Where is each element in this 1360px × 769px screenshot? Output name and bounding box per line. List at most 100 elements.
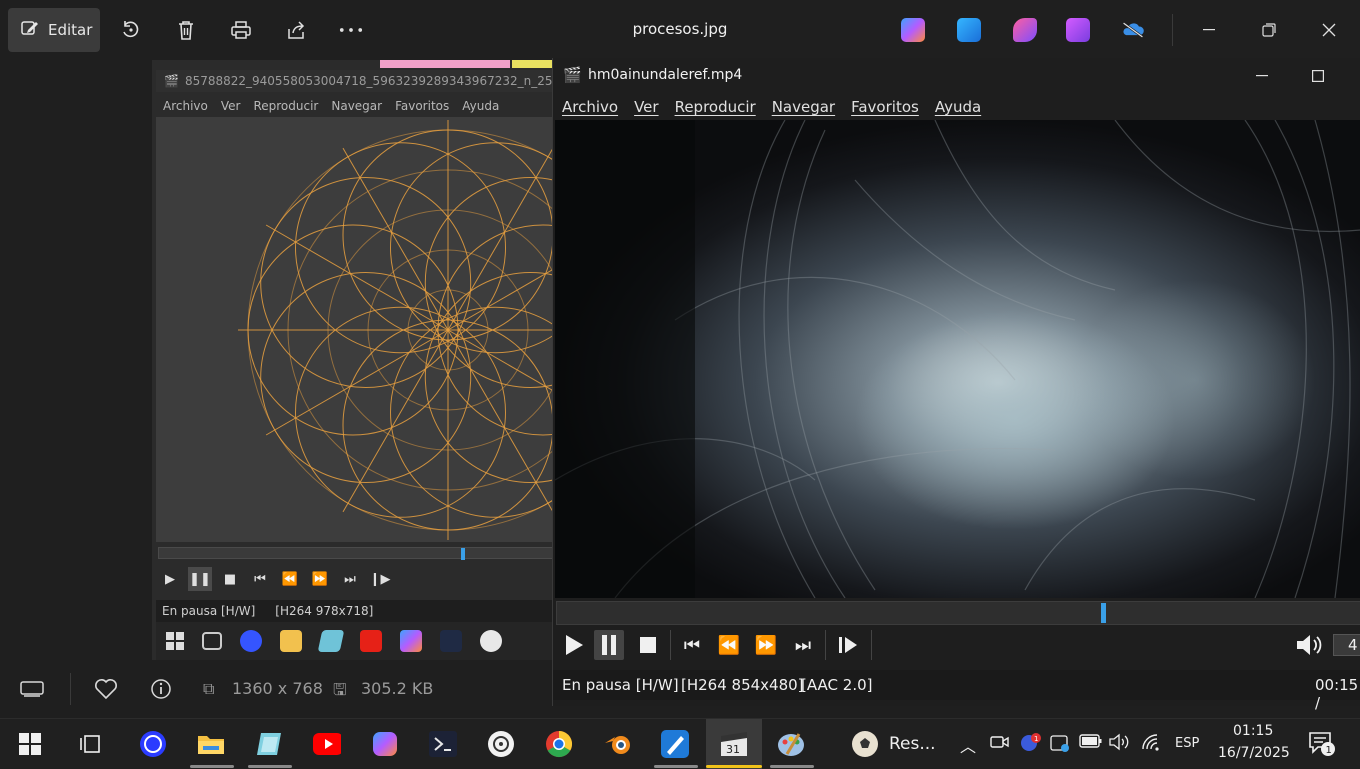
notification-center-icon[interactable]: 1 [1309, 731, 1339, 761]
status-bar: En pausa [H/W] [H264 854x480] [AAC 2.0] … [553, 670, 1360, 712]
camera-tray-icon[interactable] [990, 733, 1010, 755]
media-player-classic-icon[interactable]: 31 [719, 730, 747, 758]
more-options-icon[interactable] [339, 18, 363, 42]
previous-button[interactable]: ⏮ [677, 630, 707, 660]
fast-forward-button[interactable]: ⏩ [308, 567, 332, 591]
frame-step-button[interactable]: ❙▶ [368, 567, 392, 591]
menu-reproducir[interactable]: Reproducir [675, 98, 756, 116]
file-size: 305.2 KB [361, 679, 434, 698]
frame-step-button[interactable] [833, 630, 863, 660]
chrome-icon[interactable] [545, 730, 573, 758]
paint-icon[interactable] [957, 18, 981, 42]
close-button[interactable] [1314, 16, 1344, 44]
next-button[interactable]: ⏭ [788, 630, 818, 660]
media-player-window[interactable]: 🎬 hm0ainundaleref.mp4 Archivo Ver Reprod… [552, 58, 1360, 712]
background-video-frame [156, 117, 554, 542]
menu-ver[interactable]: Ver [634, 98, 659, 116]
next-button[interactable]: ⏭ [338, 567, 362, 591]
copilot-icon[interactable] [371, 730, 399, 758]
copilot-icon[interactable] [901, 18, 925, 42]
background-status-state: En pausa [H/W] [162, 604, 256, 618]
rewind-button[interactable]: ⏪ [714, 630, 744, 660]
terminal-icon [440, 630, 462, 652]
dimensions-icon: ⧉ [203, 679, 215, 698]
chatgpt-icon[interactable] [487, 730, 515, 758]
video-frame[interactable] [555, 120, 1360, 598]
previous-button[interactable]: ⏮ [248, 567, 272, 591]
clipchamp-icon[interactable] [1066, 18, 1090, 42]
volume-tray-icon[interactable] [1109, 733, 1131, 755]
edit-label: Editar [48, 21, 93, 39]
minimize-button[interactable] [1194, 16, 1224, 44]
play-button[interactable] [559, 630, 589, 660]
language-indicator[interactable]: ESP [1175, 736, 1199, 751]
background-player-controls: ▶ ❚❚ ■ ⏮ ⏪ ⏩ ⏭ ❙▶ [158, 565, 554, 593]
seek-bar[interactable] [556, 601, 1360, 625]
menu-ver[interactable]: Ver [221, 99, 241, 113]
menu-ayuda[interactable]: Ayuda [462, 99, 499, 113]
notes-app-icon[interactable] [255, 730, 283, 758]
battery-icon[interactable] [1079, 733, 1103, 753]
pinned-app-label[interactable]: Res... [889, 734, 936, 754]
pause-button[interactable] [594, 630, 624, 660]
player-maximize-button[interactable] [1303, 62, 1333, 90]
background-player-titlebar[interactable]: 🎬 85788822_940558053004718_5963239289343… [156, 70, 554, 92]
youtube-icon[interactable] [313, 730, 341, 758]
menu-archivo[interactable]: Archivo [562, 98, 618, 116]
stop-button[interactable] [633, 630, 663, 660]
edit-button[interactable]: Editar [8, 8, 100, 52]
pause-button[interactable]: ❚❚ [188, 567, 212, 591]
filmstrip-icon[interactable] [20, 677, 44, 701]
seek-thumb[interactable] [1101, 603, 1106, 623]
background-seek-thumb[interactable] [460, 548, 465, 560]
background-tab-yellow [512, 60, 554, 68]
menu-navegar[interactable]: Navegar [331, 99, 382, 113]
edit-icon [20, 18, 40, 42]
background-player-window[interactable]: 🎬 85788822_940558053004718_5963239289343… [152, 60, 554, 660]
show-hidden-icons[interactable]: ︿ [960, 733, 976, 757]
terminal-icon[interactable] [429, 730, 457, 758]
stop-button[interactable]: ■ [218, 567, 242, 591]
delete-icon[interactable] [174, 18, 198, 42]
player-minimize-button[interactable] [1247, 62, 1277, 90]
clock-time[interactable]: 01:15 [1233, 723, 1273, 739]
restore-button[interactable] [1254, 16, 1284, 44]
volume-icon[interactable] [1295, 630, 1325, 660]
info-icon[interactable] [149, 677, 173, 701]
print-icon[interactable] [229, 18, 253, 42]
onedrive-offline-icon[interactable] [1121, 18, 1145, 42]
menu-ayuda[interactable]: Ayuda [935, 98, 981, 116]
menu-navegar[interactable]: Navegar [772, 98, 835, 116]
paint-palette-icon[interactable] [777, 730, 805, 758]
mpc-app-icon: 🎬 [563, 66, 582, 84]
rewind-button[interactable]: ⏪ [278, 567, 302, 591]
play-button[interactable]: ▶ [158, 567, 182, 591]
rotate-icon[interactable] [119, 18, 143, 42]
background-tab-pink [380, 60, 510, 68]
sync-tray-icon[interactable] [1049, 733, 1071, 757]
player-titlebar[interactable]: 🎬 hm0ainundaleref.mp4 [553, 58, 1360, 94]
file-size-icon: 🖫 [333, 680, 347, 699]
task-view-button[interactable] [76, 730, 104, 758]
paint-app-icon[interactable] [661, 730, 689, 758]
designer-icon[interactable] [1013, 18, 1037, 42]
chat-app-icon[interactable] [139, 730, 167, 758]
player-menubar: Archivo Ver Reproducir Navegar Favoritos… [553, 94, 1360, 120]
start-button[interactable] [16, 730, 44, 758]
share-icon[interactable] [284, 18, 308, 42]
file-explorer-icon[interactable] [197, 730, 225, 758]
status-video-info: [H264 854x480] [681, 676, 804, 694]
volume-slider[interactable]: 4 [1333, 634, 1360, 656]
network-icon[interactable] [1141, 733, 1163, 755]
menu-archivo[interactable]: Archivo [163, 99, 208, 113]
menu-favoritos[interactable]: Favoritos [851, 98, 919, 116]
background-seek-bar[interactable] [158, 547, 554, 560]
fast-forward-button[interactable]: ⏩ [751, 630, 781, 660]
blender-icon[interactable] [603, 730, 631, 758]
app-tray-icon[interactable]: 1 [1019, 733, 1041, 757]
menu-reproducir[interactable]: Reproducir [253, 99, 318, 113]
clock-date[interactable]: 16/7/2025 [1218, 745, 1290, 761]
favorite-icon[interactable] [94, 677, 118, 701]
soccer-app-icon[interactable] [851, 730, 879, 758]
menu-favoritos[interactable]: Favoritos [395, 99, 449, 113]
